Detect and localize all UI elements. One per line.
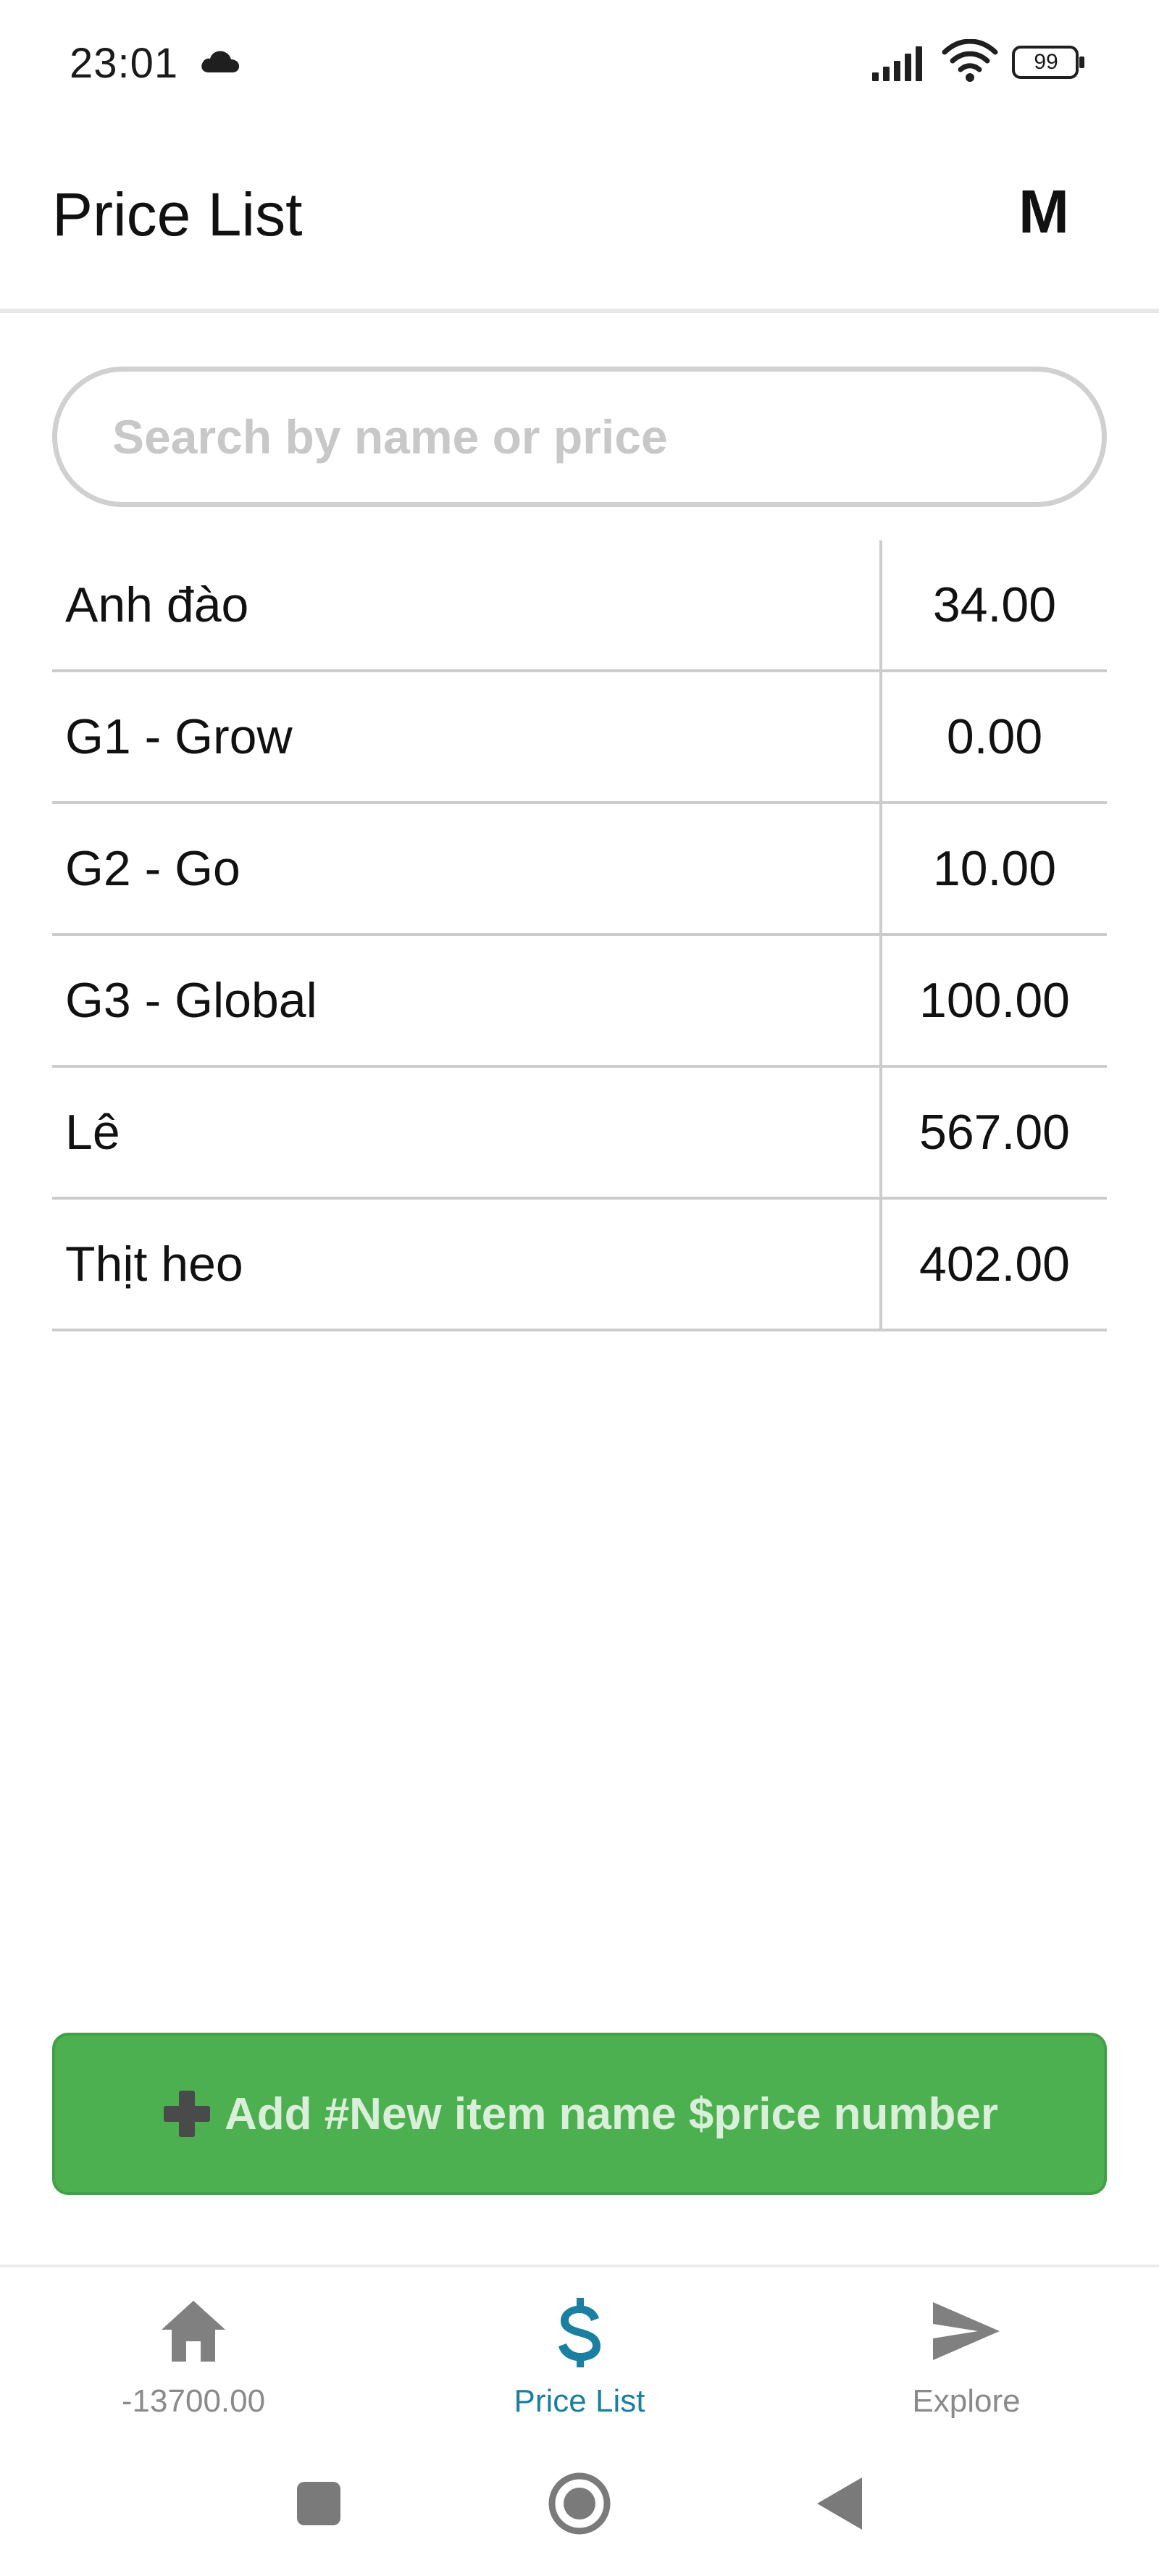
table-row[interactable]: Anh đào 34.00 bbox=[52, 540, 1107, 672]
table-row[interactable]: Lê 567.00 bbox=[52, 1068, 1107, 1200]
account-button[interactable]: M bbox=[1018, 177, 1069, 247]
app-header: Price List M bbox=[0, 127, 1159, 313]
nav-item-price-list[interactable]: Price List bbox=[435, 2267, 724, 2446]
table-row[interactable]: G2 - Go 10.00 bbox=[52, 804, 1107, 936]
wifi-icon bbox=[942, 39, 998, 82]
plus-icon bbox=[163, 2091, 210, 2137]
item-price: 10.00 bbox=[932, 841, 1057, 896]
table-row[interactable]: G3 - Global 100.00 bbox=[52, 936, 1107, 1068]
battery-level: 99 bbox=[1034, 50, 1058, 74]
item-price: 100.00 bbox=[919, 973, 1070, 1028]
system-nav bbox=[0, 2446, 1159, 2576]
search-input[interactable] bbox=[57, 372, 1102, 502]
nav-label-balance: -13700.00 bbox=[121, 2383, 266, 2419]
price-list-screen: 23:01 99 Price List M Search by name or … bbox=[0, 0, 1159, 2576]
item-price: 34.00 bbox=[932, 577, 1057, 632]
battery-icon: 99 bbox=[1011, 45, 1087, 80]
table-row[interactable]: G1 - Grow 0.00 bbox=[52, 672, 1107, 804]
item-name: Lê bbox=[65, 1105, 120, 1160]
add-item-label: Add #New item name $price number bbox=[224, 2088, 999, 2139]
bottom-nav: -13700.00 Price List Explore bbox=[0, 2265, 1159, 2446]
status-bar: 23:01 99 bbox=[0, 0, 1159, 127]
item-name: G1 - Grow bbox=[65, 709, 293, 764]
nav-item-home[interactable]: -13700.00 bbox=[49, 2267, 338, 2446]
item-price: 402.00 bbox=[919, 1237, 1070, 1292]
nav-label-explore: Explore bbox=[912, 2383, 1021, 2419]
item-price: 567.00 bbox=[919, 1105, 1070, 1160]
home-icon bbox=[162, 2301, 225, 2362]
page-title: Price List bbox=[52, 180, 303, 248]
nav-label-price-list: Price List bbox=[514, 2383, 645, 2419]
home-button[interactable] bbox=[543, 2467, 616, 2540]
price-table: Anh đào 34.00 G1 - Grow 0.00 G2 - Go 10.… bbox=[52, 540, 1107, 1331]
item-name: G3 - Global bbox=[65, 973, 317, 1028]
send-icon bbox=[933, 2302, 1000, 2360]
item-name: Thịt heo bbox=[65, 1237, 243, 1292]
cloud-icon bbox=[201, 51, 240, 72]
nav-item-explore[interactable]: Explore bbox=[821, 2267, 1111, 2446]
item-name: Anh đào bbox=[65, 577, 249, 632]
item-name: G2 - Go bbox=[65, 841, 240, 896]
signal-icon bbox=[872, 46, 922, 81]
item-price: 0.00 bbox=[946, 709, 1043, 764]
status-time: 23:01 bbox=[70, 40, 179, 87]
recents-button[interactable] bbox=[283, 2467, 355, 2540]
search-box bbox=[52, 367, 1107, 507]
dollar-icon bbox=[558, 2298, 601, 2367]
back-button[interactable] bbox=[804, 2467, 876, 2540]
add-item-button[interactable]: Add #New item name $price number bbox=[52, 2033, 1107, 2195]
table-row[interactable]: Thịt heo 402.00 bbox=[52, 1200, 1107, 1331]
